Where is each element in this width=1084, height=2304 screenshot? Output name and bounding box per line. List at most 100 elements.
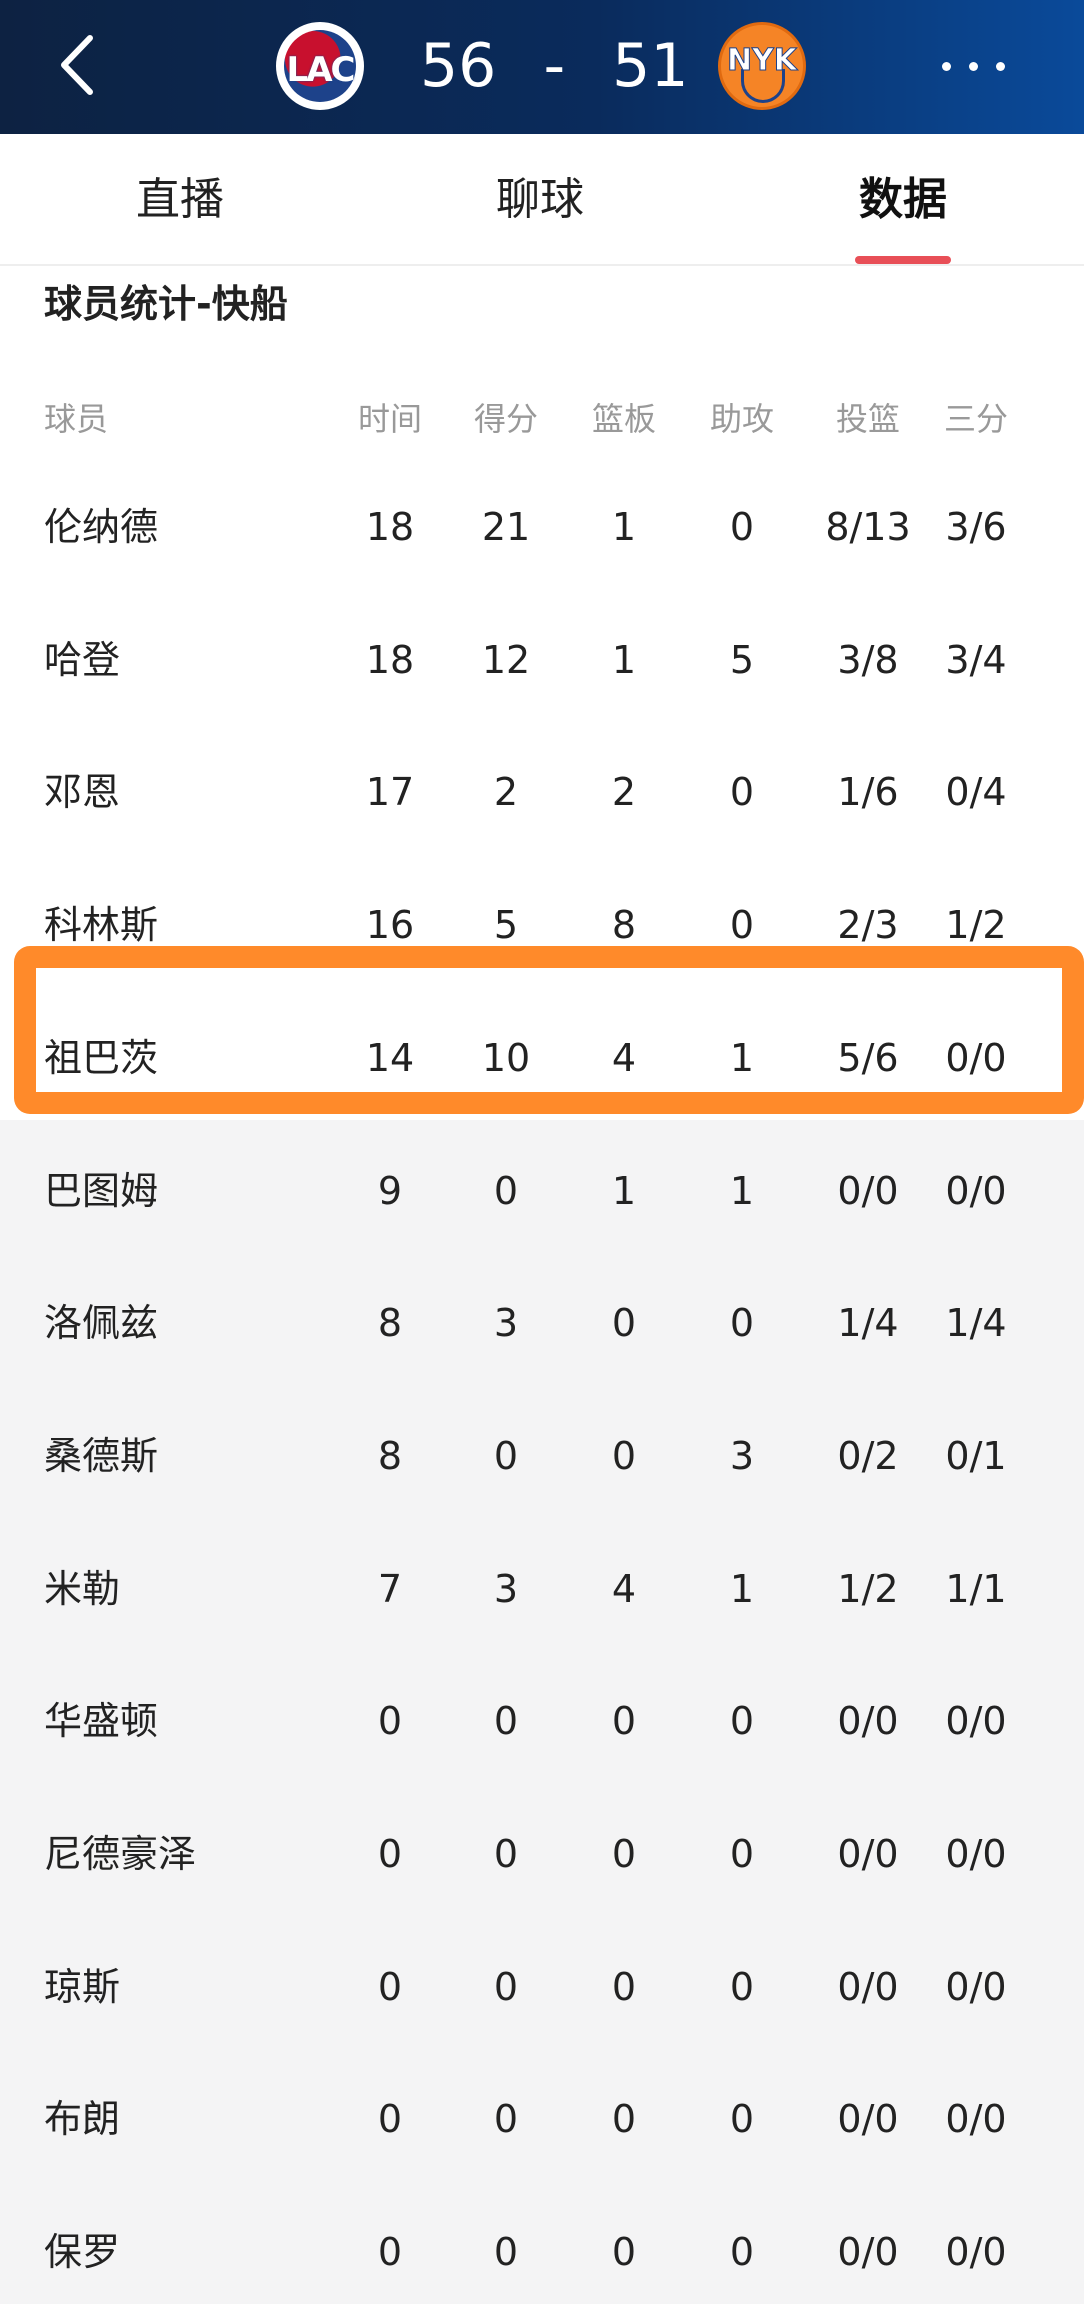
table-row[interactable]: 米勒 7 3 4 1 1/2 1/1 0 [0, 1522, 1084, 1654]
stat-cell: 0/0 [837, 1699, 899, 1744]
stat-cell: 0/0 [945, 1035, 1007, 1080]
stat-cell: 0 [729, 1301, 755, 1346]
stat-cell: 1 [611, 637, 637, 682]
table-row[interactable]: 华盛顿 0 0 0 0 0/0 0/0 0 [0, 1654, 1084, 1786]
table-row[interactable]: 尼德豪泽 0 0 0 0 0/0 0/0 0 [0, 1787, 1084, 1919]
stat-cell: 0/0 [837, 1832, 899, 1876]
player-name: 琼斯 [44, 1964, 121, 2009]
player-name: 保罗 [44, 2230, 121, 2275]
chevron-left-icon [61, 35, 93, 95]
stat-cell: 0 [1060, 2225, 1084, 2279]
tab-chat[interactable]: 聊球 [480, 170, 600, 230]
table-row[interactable]: 伦纳德 18 21 1 0 8/13 3/6 2 [0, 460, 1084, 592]
stat-cell: 0/0 [945, 1168, 1007, 1213]
stat-cell: 0 [611, 2230, 637, 2275]
column-header[interactable]: 篮板 [584, 394, 664, 444]
stat-cell: 0 [729, 903, 755, 948]
player-name: 华盛顿 [44, 1699, 159, 1744]
table-row[interactable]: 科林斯 16 5 8 0 2/3 1/2 0 [0, 858, 1084, 990]
table-row[interactable]: 洛佩兹 8 3 0 0 1/4 1/4 0 [0, 1256, 1084, 1388]
stat-cell: 0 [729, 2230, 755, 2275]
table-row[interactable]: 祖巴茨 14 10 4 1 5/6 0/0 [0, 991, 1084, 1123]
stat-cell: 4 [611, 1035, 637, 1080]
stat-cell: 1/4 [945, 1301, 1007, 1346]
stat-cell: 3 [493, 1301, 519, 1346]
more-options-button[interactable] [938, 40, 1010, 90]
stat-cell: 0 [729, 1832, 755, 1876]
stat-cell: 18 [365, 505, 415, 549]
stat-cell: 2 [1060, 500, 1084, 554]
stat-cell: 4 [611, 1566, 637, 1611]
stat-cell: 0 [377, 1832, 403, 1876]
table-row[interactable]: 琼斯 0 0 0 0 0/0 0/0 0 [0, 1920, 1084, 2052]
column-header[interactable]: 得分 [466, 394, 546, 444]
stat-cell: 3 [1060, 633, 1084, 687]
stat-cell: 16 [365, 903, 415, 948]
stat-cell: 0/0 [837, 1168, 899, 1213]
stat-cell: 0/0 [945, 2230, 1007, 2275]
stat-cell: 0 [493, 1699, 519, 1744]
stat-cell: 0 [1060, 1960, 1084, 2014]
column-header[interactable]: 投篮 [818, 394, 918, 444]
player-stats-table[interactable]: 球员时间得分篮板助攻投篮三分罚 伦纳德1821108/133/62哈登18121… [0, 370, 1084, 2304]
stat-cell: 1 [729, 1035, 755, 1080]
stat-cell: 1 [611, 1168, 637, 1213]
table-row[interactable]: 巴图姆 9 0 1 1 0/0 0/0 0 [0, 1124, 1084, 1256]
table-row[interactable]: 桑德斯 8 0 0 3 0/2 0/1 0 [0, 1389, 1084, 1521]
player-name: 尼德豪泽 [44, 1832, 197, 1876]
stat-cell: 0 [611, 1699, 637, 1744]
stat-cell: 0 [493, 1832, 519, 1876]
stat-cell: 0 [1060, 1562, 1084, 1616]
stat-cell: 1/6 [837, 770, 899, 815]
player-name: 科林斯 [44, 903, 159, 948]
stat-cell: 0 [611, 1964, 637, 2009]
table-row[interactable]: 哈登 18 12 1 5 3/8 3/4 3 [0, 593, 1084, 725]
stat-cell: 1/2 [945, 903, 1007, 948]
stat-cell: 0 [1060, 1694, 1084, 1748]
section-title: 球员统计-快船 [44, 282, 288, 326]
table-row[interactable]: 布朗 0 0 0 0 0/0 0/0 0 [0, 2052, 1084, 2184]
stat-cell: 0 [493, 2230, 519, 2275]
player-name: 哈登 [44, 637, 121, 682]
stat-cell: 3/6 [945, 505, 1007, 549]
tab-live[interactable]: 直播 [120, 170, 240, 230]
stat-cell: 2 [611, 770, 637, 815]
stat-cell: 3 [493, 1566, 519, 1611]
stat-cell: 0 [729, 1699, 755, 1744]
column-header[interactable]: 助攻 [702, 394, 782, 444]
stat-cell: 0 [729, 1964, 755, 2009]
stat-cell [1060, 1031, 1084, 1085]
table-row[interactable]: 邓恩 17 2 2 0 1/6 0/4 0 [0, 725, 1084, 857]
stat-cell: 0 [611, 1301, 637, 1346]
stat-cell: 1/2 [837, 1566, 899, 1611]
column-header[interactable]: 罚 [1060, 394, 1084, 444]
stat-cell: 0 [611, 1433, 637, 1478]
lac-team-logo[interactable]: LAC [276, 22, 364, 110]
stat-cell: 0/0 [945, 1964, 1007, 2009]
stat-cell: 0 [377, 2097, 403, 2142]
column-header[interactable]: 球员 [44, 394, 264, 444]
stat-cell: 0/0 [945, 1832, 1007, 1876]
stat-cell: 3/4 [945, 637, 1007, 682]
away-score: 51 [612, 31, 689, 101]
column-header[interactable]: 时间 [350, 394, 430, 444]
stat-cell: 7 [377, 1566, 403, 1611]
stat-cell: 0/4 [945, 770, 1007, 815]
nyk-team-logo[interactable]: NYK [718, 22, 806, 110]
table-row[interactable]: 保罗 0 0 0 0 0/0 0/0 0 [0, 2185, 1084, 2304]
stat-cell: 0 [1060, 1164, 1084, 1218]
back-button[interactable] [48, 30, 112, 100]
stat-cell: 8 [377, 1433, 403, 1478]
active-tab-indicator [855, 256, 951, 264]
stat-cell: 0 [377, 1699, 403, 1744]
game-header: LAC 56 - 51 NYK [0, 0, 1084, 134]
stat-cell: 0/2 [837, 1433, 899, 1478]
player-name: 祖巴茨 [44, 1035, 159, 1080]
tab-bar: 直播 聊球 数据 [0, 134, 1084, 266]
tab-stats[interactable]: 数据 [843, 170, 963, 230]
column-header[interactable]: 三分 [936, 394, 1016, 444]
stat-cell: 0 [729, 770, 755, 815]
stat-cell: 0/0 [945, 2097, 1007, 2142]
stat-cell: 14 [365, 1035, 415, 1080]
stat-cell: 0 [1060, 2092, 1084, 2146]
